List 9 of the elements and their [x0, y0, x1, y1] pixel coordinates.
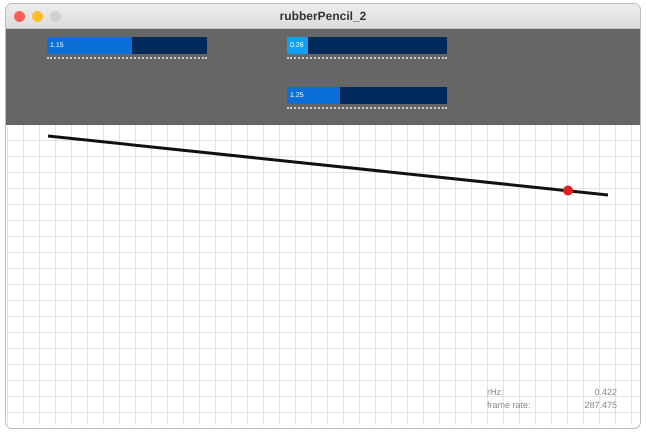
- minimize-button[interactable]: [32, 11, 43, 22]
- close-button[interactable]: [14, 11, 25, 22]
- control-point[interactable]: [563, 186, 573, 196]
- stat-value: 0.422: [594, 387, 617, 397]
- stat-value: 287.475: [584, 400, 617, 410]
- zoom-button[interactable]: [50, 11, 61, 22]
- stat-label: frame rate:: [487, 400, 531, 410]
- window-title: rubberPencil_2: [280, 9, 366, 23]
- stat-label: rHz:: [487, 387, 504, 397]
